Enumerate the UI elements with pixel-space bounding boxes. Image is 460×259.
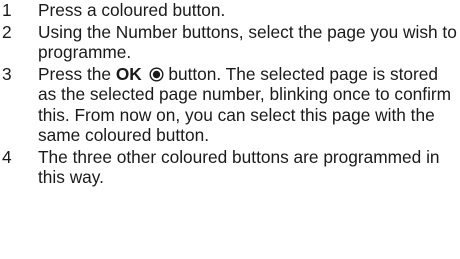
instruction-steps: 1 Press a coloured button. 2 Using the N… <box>0 0 460 189</box>
step-text: Using the Number buttons, select the pag… <box>38 21 457 63</box>
step-text: Press a coloured button. <box>38 0 226 20</box>
step-item: 2 Using the Number buttons, select the p… <box>0 22 460 63</box>
ok-button-icon <box>149 66 164 82</box>
step-number: 4 <box>2 146 12 167</box>
ok-button-label: OK <box>115 63 142 84</box>
step-item: 1 Press a coloured button. <box>0 0 460 21</box>
step-text-before: Press the <box>38 63 116 84</box>
step-number: 1 <box>2 0 12 20</box>
step-item: 3 Press the OK button. The selected page… <box>0 64 460 146</box>
step-number: 2 <box>2 21 12 42</box>
step-item: 4 The three other coloured buttons are p… <box>0 147 460 188</box>
step-number: 3 <box>2 63 12 84</box>
step-text: The three other coloured buttons are pro… <box>38 146 440 188</box>
